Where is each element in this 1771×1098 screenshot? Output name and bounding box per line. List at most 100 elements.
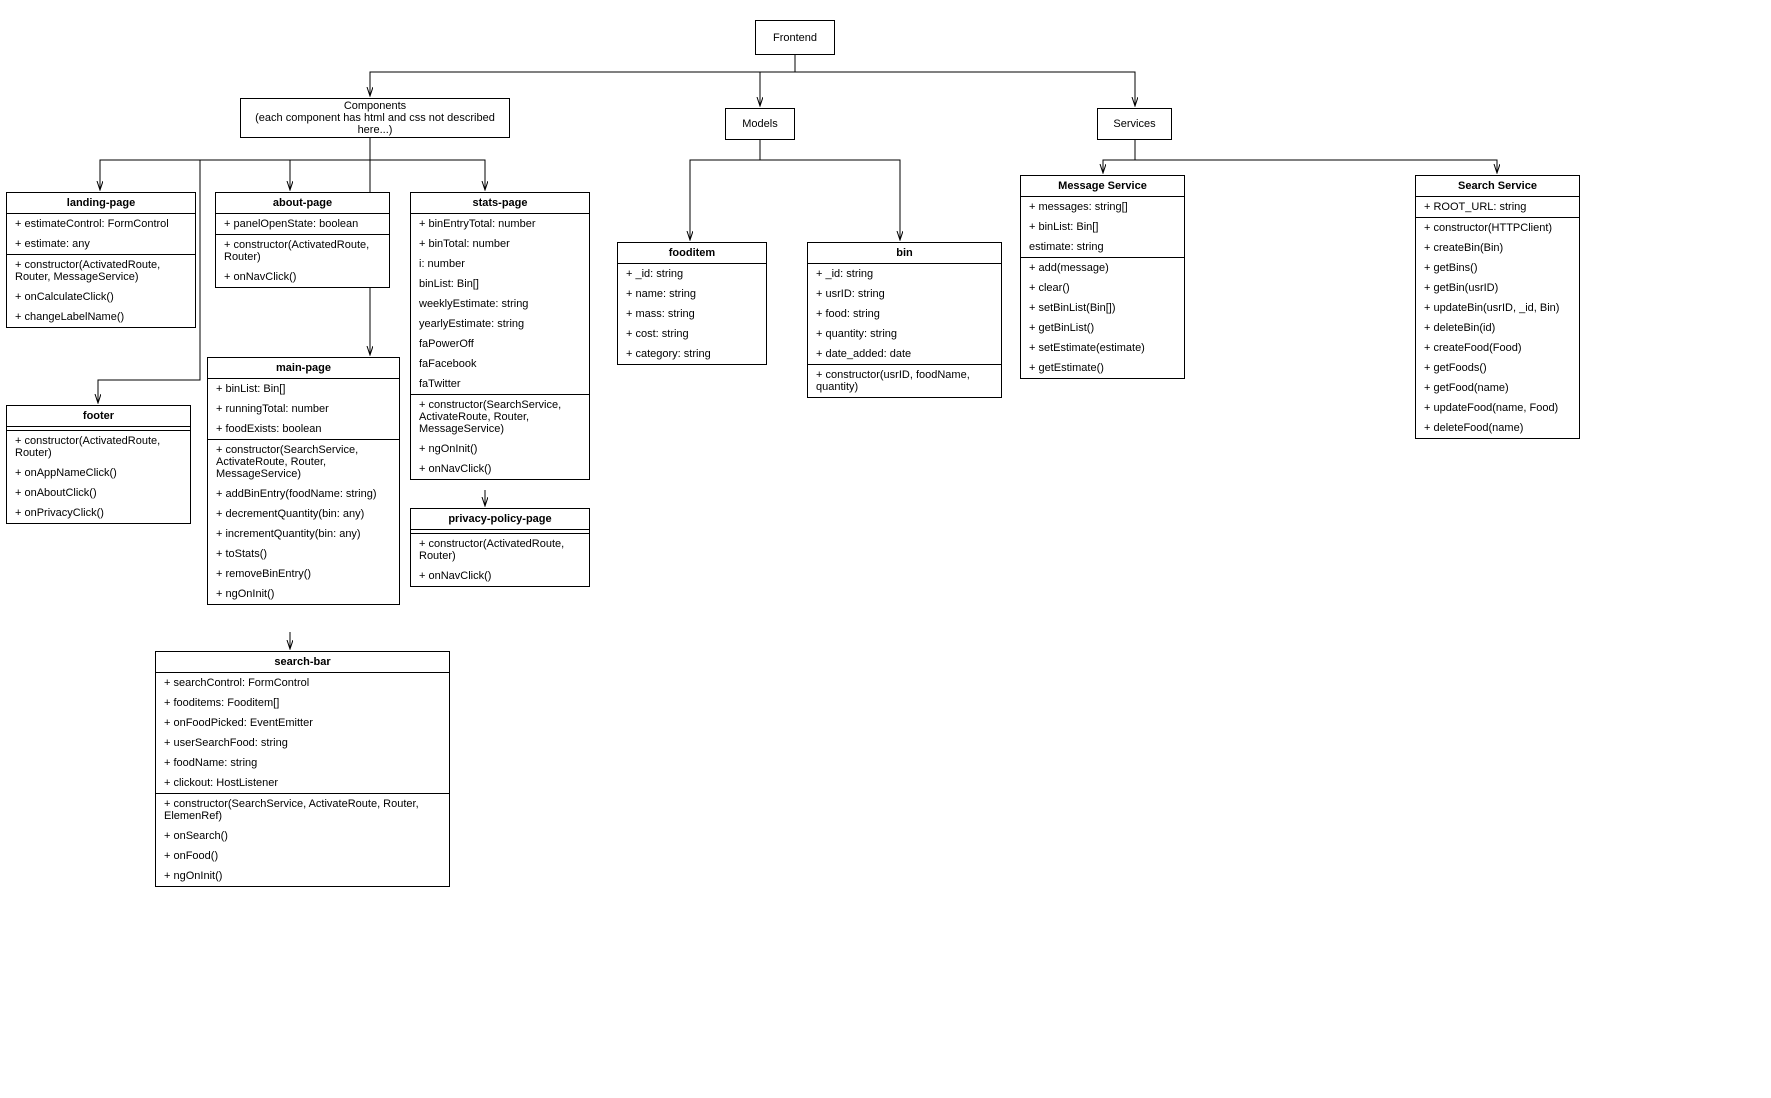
label: Services	[1113, 118, 1155, 130]
member-row: + getBinList()	[1021, 318, 1184, 338]
ops: + add(message)+ clear()+ setBinList(Bin[…	[1021, 258, 1184, 378]
member-row: + estimate: any	[7, 234, 195, 254]
attrs: + binList: Bin[]+ runningTotal: number+ …	[208, 379, 399, 440]
member-row: + fooditems: Fooditem[]	[156, 693, 449, 713]
member-row: + searchControl: FormControl	[156, 673, 449, 693]
member-row: + createFood(Food)	[1416, 338, 1579, 358]
class-footer: footer + constructor(ActivatedRoute, Rou…	[6, 405, 191, 524]
member-row: + constructor(SearchService, ActivateRou…	[156, 794, 449, 826]
member-row: + category: string	[618, 344, 766, 364]
member-row: + constructor(SearchService, ActivateRou…	[411, 395, 589, 439]
member-row: + getEstimate()	[1021, 358, 1184, 378]
member-row: + constructor(SearchService, ActivateRou…	[208, 440, 399, 484]
member-row: estimate: string	[1021, 237, 1184, 257]
class-title: main-page	[208, 358, 399, 379]
class-landing-page: landing-page + estimateControl: FormCont…	[6, 192, 196, 328]
member-row: faFacebook	[411, 354, 589, 374]
member-row: + changeLabelName()	[7, 307, 195, 327]
member-row: + ngOnInit()	[208, 584, 399, 604]
ops: + constructor(SearchService, ActivateRou…	[411, 395, 589, 479]
member-row: + ROOT_URL: string	[1416, 197, 1579, 217]
attrs: + panelOpenState: boolean	[216, 214, 389, 235]
member-row: + incrementQuantity(bin: any)	[208, 524, 399, 544]
member-row: + onNavClick()	[411, 566, 589, 586]
member-row: i: number	[411, 254, 589, 274]
member-row: + constructor(ActivatedRoute, Router)	[216, 235, 389, 267]
member-row: + createBin(Bin)	[1416, 238, 1579, 258]
attrs: + binEntryTotal: number+ binTotal: numbe…	[411, 214, 589, 395]
class-stats-page: stats-page + binEntryTotal: number+ binT…	[410, 192, 590, 480]
member-row: + panelOpenState: boolean	[216, 214, 389, 234]
member-row: + onNavClick()	[411, 459, 589, 479]
subtitle: (each component has html and css not des…	[251, 112, 499, 136]
member-row: + ngOnInit()	[156, 866, 449, 886]
member-row: + _id: string	[618, 264, 766, 284]
member-row: + usrID: string	[808, 284, 1001, 304]
class-title: fooditem	[618, 243, 766, 264]
member-row: + decrementQuantity(bin: any)	[208, 504, 399, 524]
member-row: faPowerOff	[411, 334, 589, 354]
member-row: + constructor(ActivatedRoute, Router)	[7, 431, 190, 463]
class-title: about-page	[216, 193, 389, 214]
member-row: + ngOnInit()	[411, 439, 589, 459]
attrs: + searchControl: FormControl+ fooditems:…	[156, 673, 449, 794]
attrs: + estimateControl: FormControl+ estimate…	[7, 214, 195, 255]
member-row: + onFood()	[156, 846, 449, 866]
node-services: Services	[1097, 108, 1172, 140]
member-row: + onCalculateClick()	[7, 287, 195, 307]
member-row: + date_added: date	[808, 344, 1001, 364]
class-title: search-bar	[156, 652, 449, 673]
attrs: + _id: string+ usrID: string+ food: stri…	[808, 264, 1001, 365]
member-row: + foodName: string	[156, 753, 449, 773]
class-fooditem: fooditem + _id: string+ name: string+ ma…	[617, 242, 767, 365]
class-title: privacy-policy-page	[411, 509, 589, 530]
ops: + constructor(SearchService, ActivateRou…	[208, 440, 399, 604]
label: Frontend	[773, 32, 817, 44]
member-row: + onFoodPicked: EventEmitter	[156, 713, 449, 733]
member-row: + onAboutClick()	[7, 483, 190, 503]
ops: + constructor(usrID, foodName, quantity)	[808, 365, 1001, 397]
member-row: + add(message)	[1021, 258, 1184, 278]
member-row: + removeBinEntry()	[208, 564, 399, 584]
member-row: + estimateControl: FormControl	[7, 214, 195, 234]
member-row: + updateBin(usrID, _id, Bin)	[1416, 298, 1579, 318]
member-row: + clickout: HostListener	[156, 773, 449, 793]
member-row: + setEstimate(estimate)	[1021, 338, 1184, 358]
member-row: + constructor(ActivatedRoute, Router, Me…	[7, 255, 195, 287]
class-bin: bin + _id: string+ usrID: string+ food: …	[807, 242, 1002, 398]
member-row: + updateFood(name, Food)	[1416, 398, 1579, 418]
member-row: + constructor(HTTPClient)	[1416, 218, 1579, 238]
member-row: + onSearch()	[156, 826, 449, 846]
ops: + constructor(ActivatedRoute, Router)+ o…	[411, 534, 589, 586]
member-row: + messages: string[]	[1021, 197, 1184, 217]
member-row: + quantity: string	[808, 324, 1001, 344]
label: Models	[742, 118, 777, 130]
member-row: + onPrivacyClick()	[7, 503, 190, 523]
member-row: + addBinEntry(foodName: string)	[208, 484, 399, 504]
class-main-page: main-page + binList: Bin[]+ runningTotal…	[207, 357, 400, 605]
ops: + constructor(ActivatedRoute, Router)+ o…	[216, 235, 389, 287]
class-message-service: Message Service + messages: string[]+ bi…	[1020, 175, 1185, 379]
member-row: + toStats()	[208, 544, 399, 564]
member-row: + name: string	[618, 284, 766, 304]
member-row: + constructor(usrID, foodName, quantity)	[808, 365, 1001, 397]
label: Components	[344, 100, 406, 112]
member-row: yearlyEstimate: string	[411, 314, 589, 334]
member-row: + getFood(name)	[1416, 378, 1579, 398]
member-row: + userSearchFood: string	[156, 733, 449, 753]
attrs: + ROOT_URL: string	[1416, 197, 1579, 218]
class-title: bin	[808, 243, 1001, 264]
member-row: + setBinList(Bin[])	[1021, 298, 1184, 318]
member-row: + binEntryTotal: number	[411, 214, 589, 234]
member-row: + mass: string	[618, 304, 766, 324]
member-row: + binList: Bin[]	[208, 379, 399, 399]
member-row: + deleteFood(name)	[1416, 418, 1579, 438]
member-row: + getBin(usrID)	[1416, 278, 1579, 298]
member-row: + deleteBin(id)	[1416, 318, 1579, 338]
class-about-page: about-page + panelOpenState: boolean + c…	[215, 192, 390, 288]
member-row: + getFoods()	[1416, 358, 1579, 378]
attrs: + _id: string+ name: string+ mass: strin…	[618, 264, 766, 364]
node-models: Models	[725, 108, 795, 140]
node-components: Components (each component has html and …	[240, 98, 510, 138]
member-row: weeklyEstimate: string	[411, 294, 589, 314]
